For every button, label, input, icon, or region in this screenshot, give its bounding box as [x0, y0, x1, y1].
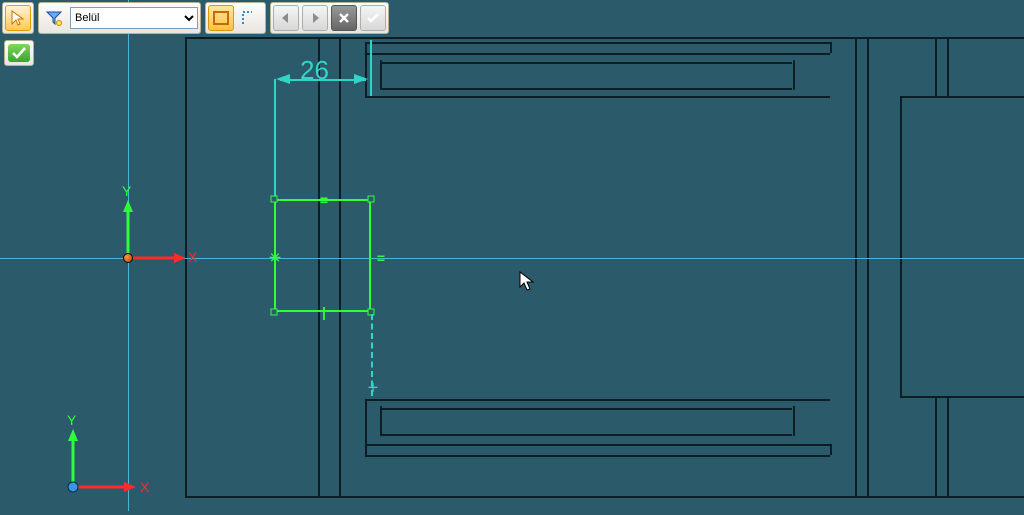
sketch-vertex[interactable]: [271, 309, 278, 316]
toolbar-panel-left: [2, 2, 34, 34]
part-edge: [947, 37, 949, 96]
confirm-button[interactable]: [360, 5, 386, 31]
drawing-canvas[interactable]: Y X Y X 26 = | ✳ = +: [0, 0, 1024, 511]
part-edge: [365, 42, 830, 44]
part-edge: [380, 406, 382, 436]
part-edge: [947, 398, 949, 498]
mode-fill-button[interactable]: [208, 5, 234, 31]
dimension-arrow-icon: [276, 74, 290, 84]
part-edge: [382, 88, 792, 90]
part-edge: [365, 399, 830, 401]
part-edge: [382, 408, 792, 410]
toolbar-panel-nav: [270, 2, 389, 34]
cancel-button[interactable]: [331, 5, 357, 31]
dimension-arrow-icon: [354, 74, 368, 84]
midpoint-constraint-icon: =: [320, 192, 328, 208]
part-edge: [793, 406, 795, 436]
part-edge: [830, 444, 832, 455]
dimension-value[interactable]: 26: [300, 55, 329, 86]
part-edge: [793, 60, 795, 90]
part-edge: [380, 60, 382, 90]
origin-triad: Y X: [98, 198, 158, 258]
sketch-vertex[interactable]: [271, 196, 278, 203]
dimension-ext-line: [370, 40, 372, 96]
part-edge: [365, 96, 830, 98]
check-icon: [8, 44, 30, 62]
part-edge: [900, 96, 902, 398]
filter-dropdown[interactable]: Belül: [70, 7, 198, 29]
part-edge: [185, 37, 187, 498]
mode-outline-button[interactable]: [237, 5, 263, 31]
dimension-ext-line: [274, 79, 276, 199]
back-button[interactable]: [273, 5, 299, 31]
toolbar-panel-mode: [205, 2, 266, 34]
part-edge: [365, 399, 367, 455]
part-edge: [365, 455, 830, 457]
select-tool-button[interactable]: [5, 5, 31, 31]
toolbar: Belül: [2, 2, 389, 34]
part-edge: [185, 37, 1024, 39]
accept-sketch-button[interactable]: [4, 40, 34, 66]
cursor-icon: [519, 271, 533, 291]
part-edge: [867, 37, 869, 498]
filter-button[interactable]: [41, 5, 67, 31]
part-edge: [935, 37, 937, 96]
svg-text:Y: Y: [67, 412, 77, 428]
part-edge: [185, 496, 1024, 498]
ucs-triad: Y X: [48, 422, 108, 482]
part-edge: [365, 42, 367, 98]
part-edge: [900, 396, 1024, 398]
svg-text:Y: Y: [122, 183, 132, 199]
midpoint-constraint-icon: =: [377, 250, 385, 266]
construction-point-icon: +: [368, 378, 379, 399]
part-edge: [830, 42, 832, 53]
origin-point: [123, 253, 133, 263]
toolbar-panel-filter: Belül: [38, 2, 201, 34]
part-edge: [855, 37, 857, 498]
svg-text:X: X: [140, 479, 150, 495]
part-edge: [365, 444, 830, 446]
part-edge: [365, 53, 830, 55]
part-edge: [935, 398, 937, 498]
midpoint-constraint-icon: ✳: [269, 250, 281, 267]
forward-button[interactable]: [302, 5, 328, 31]
part-edge: [900, 96, 1024, 98]
sketch-vertex[interactable]: [368, 196, 375, 203]
sketch-rectangle[interactable]: [274, 199, 371, 312]
svg-text:X: X: [188, 249, 198, 265]
midpoint-constraint-icon: |: [322, 304, 326, 320]
part-edge: [382, 62, 792, 64]
part-edge: [382, 434, 792, 436]
